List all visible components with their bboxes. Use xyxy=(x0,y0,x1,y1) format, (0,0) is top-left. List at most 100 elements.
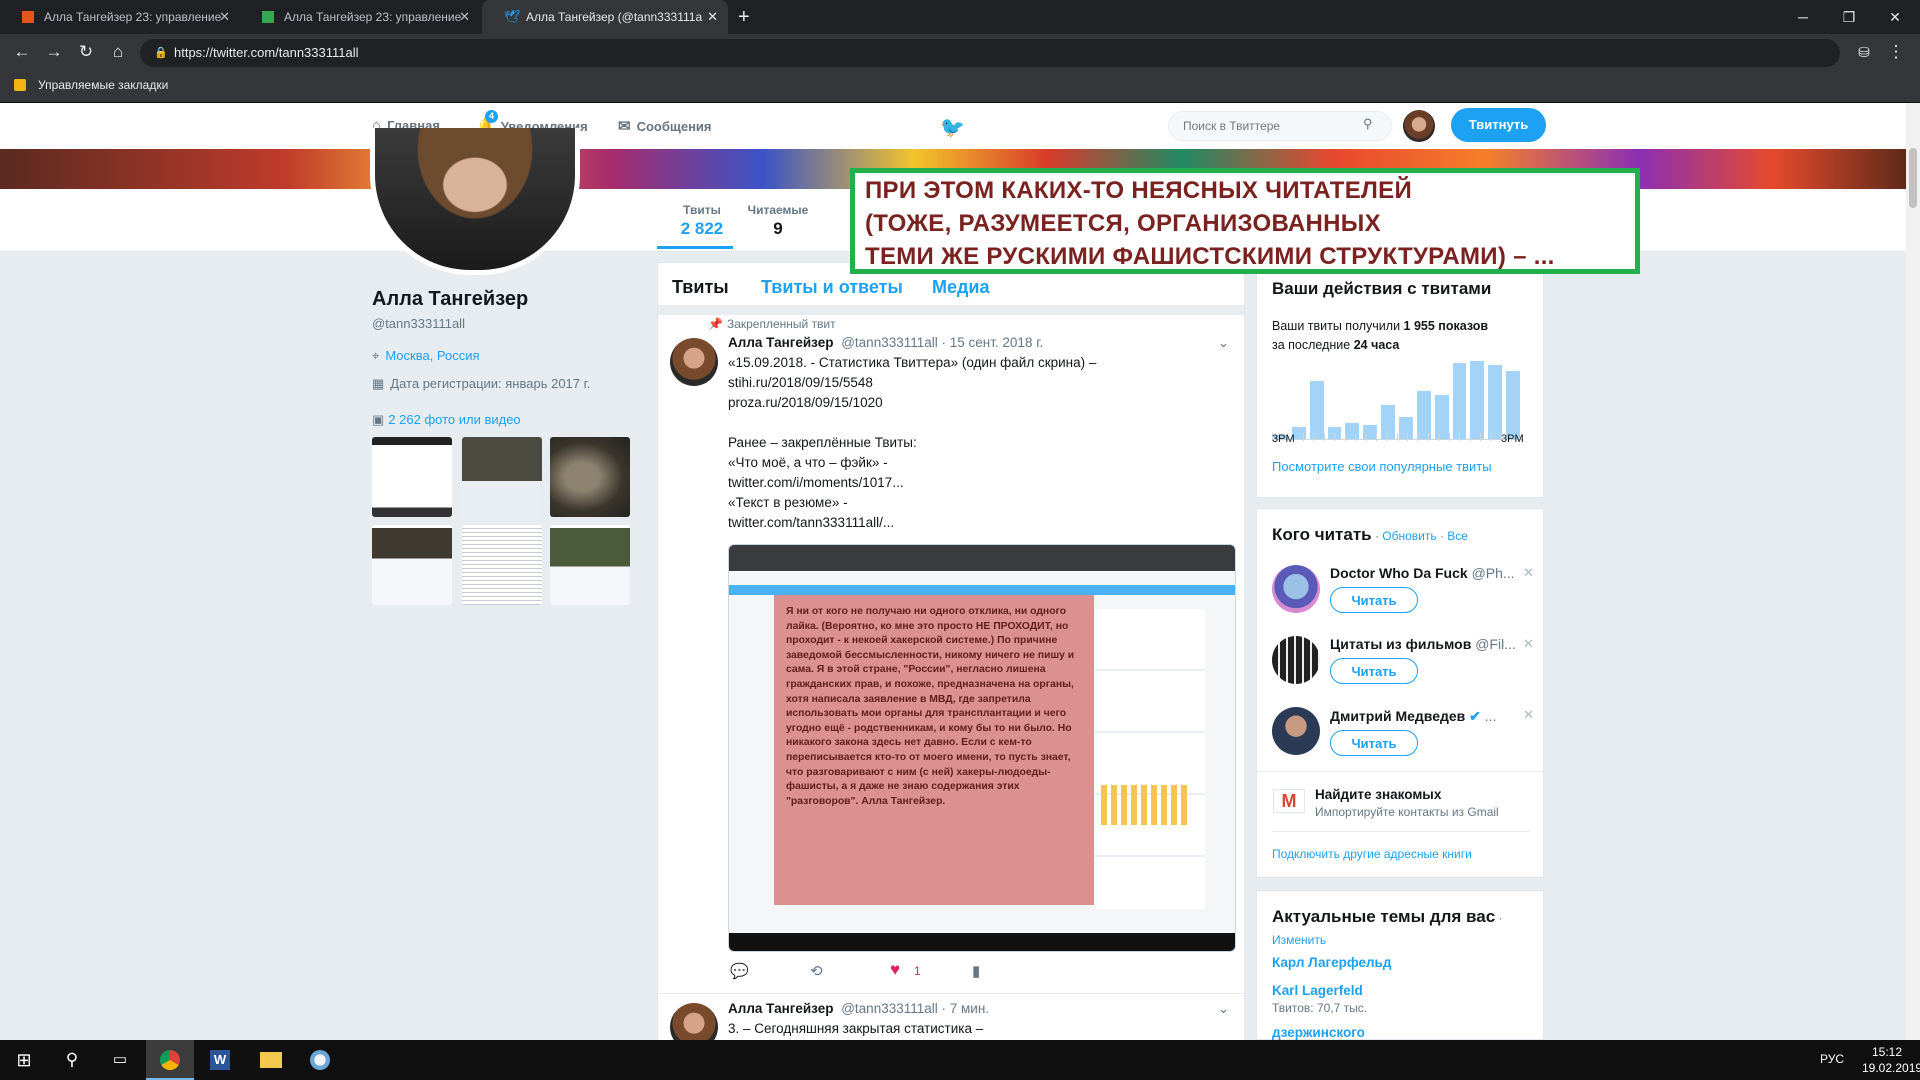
stat-tweets[interactable]: Твиты 2 822 xyxy=(671,203,733,239)
chevron-down-icon[interactable]: ⌄ xyxy=(1218,335,1229,351)
close-window-icon[interactable]: ✕ xyxy=(1872,0,1918,34)
twitter-bird-icon[interactable]: 🐦 xyxy=(940,115,965,140)
account-avatar[interactable] xyxy=(1272,565,1320,613)
wtf-refresh-link[interactable]: Обновить xyxy=(1382,529,1436,543)
activity-bar[interactable] xyxy=(1506,371,1520,439)
close-tab-icon[interactable]: ✕ xyxy=(707,0,718,34)
tweet-header: Алла Тангейзер @tann333111all · 15 сент.… xyxy=(728,335,1043,350)
tweet-link[interactable]: twitter.com/i/moments/1017... xyxy=(728,475,904,490)
activity-chart[interactable] xyxy=(1272,359,1522,440)
top-tweets-link[interactable]: Посмотрите свои популярные твиты xyxy=(1272,459,1492,474)
minimize-icon[interactable]: ─ xyxy=(1780,0,1826,34)
browser-tab-3[interactable]: 🕊 Алла Тангейзер (@tann333111a ✕ xyxy=(482,0,728,34)
back-icon[interactable]: ← xyxy=(10,42,34,62)
profile-avatar[interactable] xyxy=(370,128,580,275)
stat-following[interactable]: Читаемые 9 xyxy=(746,203,810,239)
user-avatar[interactable] xyxy=(1403,110,1435,142)
trends-change-link[interactable]: Изменить xyxy=(1272,933,1326,947)
media-thumb[interactable] xyxy=(462,525,542,605)
location-link[interactable]: Москва, Россия xyxy=(385,348,479,363)
forward-icon[interactable]: → xyxy=(42,42,66,62)
media-thumb[interactable] xyxy=(372,525,452,605)
home-icon[interactable]: ⌂ xyxy=(106,42,130,62)
tweet-image[interactable]: Я ни от кого не получаю ни одного отклик… xyxy=(728,544,1236,952)
tweet-author-name[interactable]: Алла Тангейзер xyxy=(728,1001,833,1016)
active-stat-underline xyxy=(657,246,733,249)
windows-start-icon[interactable]: ⊞ xyxy=(0,1040,48,1080)
trend-item[interactable]: Karl Lagerfeld xyxy=(1272,983,1363,998)
activity-bar[interactable] xyxy=(1309,381,1324,439)
tweet-link[interactable]: stihi.ru/2018/09/15/5548 xyxy=(728,375,873,390)
dismiss-icon[interactable]: ✕ xyxy=(1523,707,1534,723)
image-side-panel xyxy=(1095,609,1205,909)
managed-bookmarks[interactable]: Управляемые закладки xyxy=(38,78,168,92)
reload-icon[interactable]: ↻ xyxy=(74,42,98,62)
tweet-author-name[interactable]: Алла Тангейзер xyxy=(728,335,833,350)
clock[interactable]: 15:12 19.02.2019 xyxy=(1862,1044,1920,1076)
profile-name: Алла Тангейзер xyxy=(372,288,529,310)
word-taskbar-icon[interactable]: W xyxy=(196,1040,244,1080)
trend-item[interactable]: дзержинского xyxy=(1272,1025,1365,1040)
account-name[interactable]: Doctor Who Da Fuck @Ph... xyxy=(1330,565,1515,581)
twitter-favicon-icon: 🕊 xyxy=(504,9,521,24)
explorer-taskbar-icon[interactable] xyxy=(246,1040,294,1080)
search-box[interactable]: ⚲ xyxy=(1168,111,1392,141)
wtf-all-link[interactable]: Все xyxy=(1447,529,1468,543)
follow-button[interactable]: Читать xyxy=(1330,658,1418,684)
find-friends-title[interactable]: Найдите знакомых xyxy=(1315,787,1441,802)
tweet-avatar[interactable] xyxy=(670,338,718,386)
page-scrollbar[interactable] xyxy=(1906,103,1920,1040)
follow-button[interactable]: Читать xyxy=(1330,587,1418,613)
dismiss-icon[interactable]: ✕ xyxy=(1523,636,1534,652)
paint-taskbar-icon[interactable] xyxy=(296,1040,344,1080)
trend-item[interactable]: Карл Лагерфельд xyxy=(1272,955,1391,970)
tweet-button[interactable]: Твитнуть xyxy=(1451,108,1546,142)
tweet-meta: @tann333111all · 15 сент. 2018 г. xyxy=(841,335,1044,350)
media-thumb[interactable] xyxy=(550,437,630,517)
search-input[interactable] xyxy=(1181,118,1365,134)
activity-bar[interactable] xyxy=(1416,391,1431,439)
activity-bar[interactable] xyxy=(1488,365,1503,439)
search-icon[interactable]: ⚲ xyxy=(48,1040,96,1080)
menu-icon[interactable]: ⋮ xyxy=(1884,42,1908,62)
tab-tweets-replies[interactable]: Твиты и ответы xyxy=(761,277,903,298)
analytics-icon[interactable]: ▮ xyxy=(972,962,980,980)
restore-icon[interactable]: ❐ xyxy=(1826,0,1872,34)
account-name[interactable]: Дмитрий Медведев ✔ ... xyxy=(1330,708,1496,725)
scrollbar-thumb[interactable] xyxy=(1909,148,1917,208)
address-bar[interactable]: 🔒 https://twitter.com/tann333111all xyxy=(140,39,1840,67)
media-thumb[interactable] xyxy=(462,437,542,517)
connect-address-books-link[interactable]: Подключить другие адресные книги xyxy=(1272,847,1472,861)
browser-tab-1[interactable]: Алла Тангейзер 23: управление ✕ xyxy=(0,0,240,34)
nav-messages[interactable]: ✉ Сообщения xyxy=(618,117,712,135)
chevron-down-icon[interactable]: ⌄ xyxy=(1218,1001,1229,1017)
search-icon[interactable]: ⚲ xyxy=(1363,116,1373,132)
close-tab-icon[interactable]: ✕ xyxy=(459,0,470,34)
account-avatar[interactable] xyxy=(1272,636,1320,684)
reply-icon[interactable]: 💬 xyxy=(730,962,749,980)
tab-media[interactable]: Медиа xyxy=(932,277,990,298)
retweet-icon[interactable]: ⟲ xyxy=(810,962,823,980)
tab-title: Алла Тангейзер 23: управление xyxy=(44,10,222,24)
tweet-link[interactable]: proza.ru/2018/09/15/1020 xyxy=(728,395,883,410)
location-pin-icon: ⌖ xyxy=(372,348,380,363)
tweet-link[interactable]: twitter.com/tann333111all/... xyxy=(728,515,894,530)
follow-button[interactable]: Читать xyxy=(1330,730,1418,756)
browser-tab-2[interactable]: Алла Тангейзер 23: управление ✕ xyxy=(240,0,480,34)
activity-bar[interactable] xyxy=(1470,361,1485,439)
media-thumb[interactable] xyxy=(550,525,630,605)
media-thumb[interactable] xyxy=(372,437,452,517)
account-name[interactable]: Цитаты из фильмов @Fil... xyxy=(1330,636,1516,652)
media-link[interactable]: 2 262 фото или видео xyxy=(388,412,520,427)
task-view-icon[interactable]: ▭ xyxy=(96,1040,144,1080)
dismiss-icon[interactable]: ✕ xyxy=(1523,565,1534,581)
language-indicator[interactable]: РУС xyxy=(1820,1052,1844,1066)
like-icon[interactable]: ♥ xyxy=(890,960,900,980)
close-tab-icon[interactable]: ✕ xyxy=(219,0,230,34)
activity-bar[interactable] xyxy=(1452,363,1467,439)
chrome-taskbar-icon[interactable] xyxy=(146,1040,194,1080)
tab-tweets[interactable]: Твиты xyxy=(672,277,729,298)
extension-icon[interactable]: ⛁ xyxy=(1852,42,1876,62)
account-avatar[interactable] xyxy=(1272,707,1320,755)
new-tab-button[interactable]: + xyxy=(738,0,750,34)
